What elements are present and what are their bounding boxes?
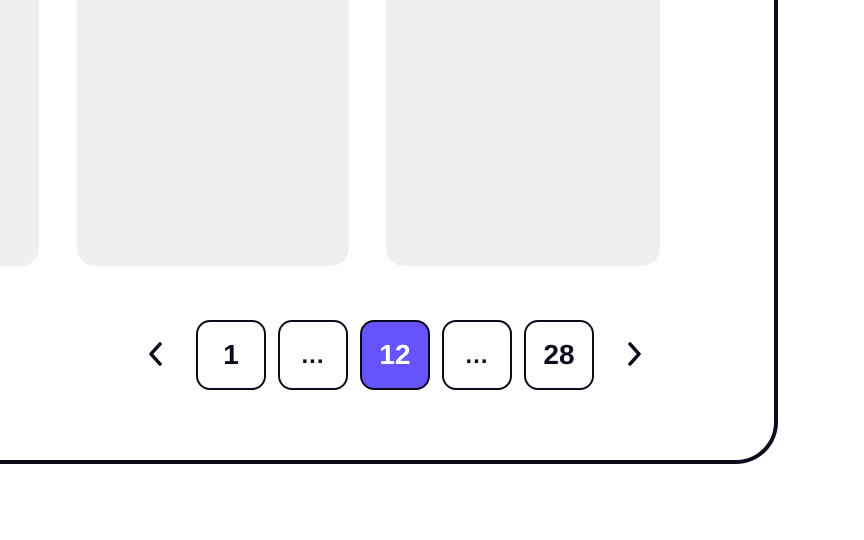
content-card-placeholder bbox=[386, 0, 660, 266]
content-card-placeholder bbox=[0, 0, 39, 266]
next-page-button[interactable] bbox=[618, 337, 650, 371]
previous-page-button[interactable] bbox=[140, 337, 172, 371]
chevron-right-icon bbox=[624, 340, 644, 368]
content-card-placeholder bbox=[77, 0, 349, 266]
page-button-1[interactable]: 1 bbox=[196, 320, 266, 390]
chevron-left-icon bbox=[146, 340, 166, 368]
page-button-last[interactable]: 28 bbox=[524, 320, 594, 390]
page-ellipsis[interactable]: ... bbox=[278, 320, 348, 390]
page-button-current[interactable]: 12 bbox=[360, 320, 430, 390]
page-ellipsis[interactable]: ... bbox=[442, 320, 512, 390]
